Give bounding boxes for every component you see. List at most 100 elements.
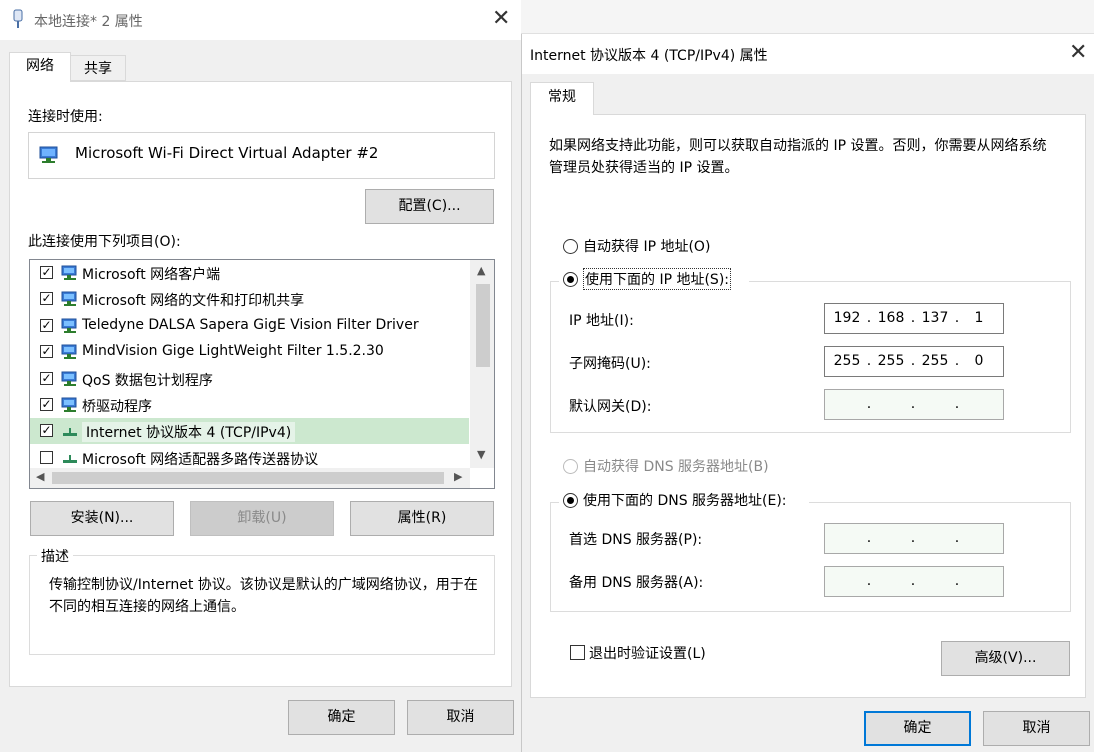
vertical-scrollbar[interactable]: ▲ ▼ (470, 260, 494, 468)
list-item[interactable]: ✓ Internet 协议版本 4 (TCP/IPv4) (30, 418, 469, 445)
list-item[interactable]: ✓ Microsoft 网络的文件和打印机共享 (30, 286, 469, 312)
scroll-thumb[interactable] (476, 284, 490, 367)
protocol-icon (63, 454, 77, 463)
list-item-label: Microsoft 网络客户端 (82, 267, 221, 283)
horizontal-scrollbar[interactable]: ◀ ▶ (30, 468, 470, 488)
list-item[interactable]: ✓ QoS 数据包计划程序 (30, 366, 469, 392)
auto-ip-label[interactable]: 自动获得 IP 地址(O) (583, 236, 710, 256)
list-item[interactable]: ✓ Microsoft 网络客户端 (30, 260, 469, 286)
item-checkbox[interactable]: ✓ (40, 371, 53, 385)
list-item-label: Microsoft 网络的文件和打印机共享 (82, 293, 305, 310)
manual-dns-radio[interactable] (563, 493, 578, 508)
protocol-icon (63, 428, 77, 437)
scroll-right-icon[interactable]: ▶ (454, 470, 462, 483)
ip-address-label: IP 地址(I): (569, 313, 634, 329)
manual-dns-option[interactable]: 使用下面的 DNS 服务器地址(E): (559, 487, 809, 511)
auto-dns-radio[interactable] (563, 459, 578, 474)
ip-dot: . (910, 530, 916, 546)
window-title: 本地连接* 2 属性 (34, 14, 143, 30)
components-list: ✓ Microsoft 网络客户端 ✓ Microsoft 网络的文件和打印机共享 ✓ T… (29, 259, 495, 489)
list-item-label: Internet 协议版本 4 (TCP/IPv4) (82, 422, 296, 443)
network-client-icon (61, 265, 77, 280)
item-checkbox[interactable]: ✓ (40, 424, 53, 438)
list-item[interactable]: ✓ Teledyne DALSA Sapera GigE Vision Filte… (30, 313, 469, 339)
ip-dot: . (866, 573, 872, 589)
scroll-down-icon[interactable]: ▼ (477, 448, 485, 461)
ipv4-properties-window: Internet 协议版本 4 (TCP/IPv4) 属性 ✕ 常规 如果网络支… (521, 34, 1094, 752)
manual-dns-label[interactable]: 使用下面的 DNS 服务器地址(E): (583, 490, 787, 510)
network-service-icon (61, 344, 77, 360)
close-icon[interactable]: ✕ (1069, 42, 1087, 64)
auto-dns-label[interactable]: 自动获得 DNS 服务器地址(B) (583, 456, 769, 476)
intro-text: 如果网络支持此功能，则可以获取自动指派的 IP 设置。否则，你需要从网络系统管理… (549, 138, 1047, 176)
item-checkbox[interactable]: ✓ (40, 345, 53, 359)
properties-button[interactable]: 属性(R) (350, 501, 494, 536)
cancel-button[interactable]: 取消 (407, 700, 514, 735)
configure-button[interactable]: 配置(C)... (365, 189, 494, 224)
title-bar: Internet 协议版本 4 (TCP/IPv4) 属性 ✕ (522, 34, 1094, 74)
general-tab-panel: 如果网络支持此功能，则可以获取自动指派的 IP 设置。否则，你需要从网络系统管理… (530, 114, 1086, 698)
ip-dot: . (954, 396, 960, 412)
advanced-button[interactable]: 高级(V)... (941, 641, 1070, 676)
validate-label[interactable]: 退出时验证设置(L) (589, 643, 706, 663)
ok-button[interactable]: 确定 (864, 711, 971, 746)
list-item[interactable]: ✓ 桥驱动程序 (30, 392, 469, 418)
adapter-name: Microsoft Wi-Fi Direct Virtual Adapter #… (75, 144, 379, 162)
preferred-dns-input[interactable]: . . . (824, 523, 1004, 554)
alternate-dns-label: 备用 DNS 服务器(A): (569, 575, 704, 591)
window-title: Internet 协议版本 4 (TCP/IPv4) 属性 (530, 48, 768, 64)
manual-ip-option[interactable]: 使用下面的 IP 地址(S): (559, 265, 749, 290)
horizontal-scroll-thumb[interactable] (52, 472, 444, 484)
subnet-mask-label: 子网掩码(U): (569, 356, 651, 372)
tab-general[interactable]: 常规 (530, 82, 594, 115)
background-window-edge (521, 0, 1094, 34)
gateway-input[interactable]: . . . (824, 389, 1004, 420)
items-label: 此连接使用下列项目(O): (28, 234, 181, 250)
install-button[interactable]: 安装(N)... (30, 501, 174, 536)
list-item[interactable]: ✓ MindVision Gige LightWeight Filter 1.5.… (30, 339, 469, 365)
description-text: 传输控制协议/Internet 协议。该协议是默认的广域网络协议，用于在不同的相… (49, 577, 478, 615)
mask-octet-4: 0 (974, 353, 984, 369)
list-item-label: 桥驱动程序 (82, 399, 152, 415)
network-service-icon (61, 371, 77, 386)
network-service-icon (61, 397, 77, 412)
ip-dot: . (910, 573, 916, 589)
subnet-mask-input[interactable]: 255 . 255 . 255 . 0 (824, 346, 1004, 377)
tab-network[interactable]: 网络 (9, 52, 71, 82)
scroll-left-icon[interactable]: ◀ (36, 470, 44, 483)
list-item-label: QoS 数据包计划程序 (82, 372, 213, 389)
manual-ip-label[interactable]: 使用下面的 IP 地址(S): (583, 268, 731, 290)
components-list-items: ✓ Microsoft 网络客户端 ✓ Microsoft 网络的文件和打印机共享 ✓ T… (30, 260, 470, 468)
network-service-icon (61, 291, 77, 307)
connect-using-label: 连接时使用: (28, 109, 103, 125)
item-checkbox[interactable]: ✓ (40, 292, 53, 306)
item-checkbox[interactable]: ✓ (40, 318, 53, 332)
list-item[interactable]: Microsoft 网络适配器多路传送器协议 (30, 445, 469, 471)
ip-address-input[interactable]: 192 . 168 . 137 . 1 (824, 303, 1004, 334)
scroll-up-icon[interactable]: ▲ (477, 264, 485, 277)
title-bar: 本地连接* 2 属性 ✕ (0, 0, 521, 40)
list-item-label: Teledyne DALSA Sapera GigE Vision Filter… (82, 316, 419, 333)
item-checkbox[interactable]: ✓ (40, 266, 53, 279)
uninstall-button[interactable]: 卸载(U) (190, 501, 334, 536)
adapter-box: Microsoft Wi-Fi Direct Virtual Adapter #… (28, 132, 495, 179)
close-icon[interactable]: ✕ (492, 8, 510, 30)
item-checkbox[interactable] (40, 450, 53, 464)
list-item-label: MindVision Gige LightWeight Filter 1.5.2… (82, 343, 384, 360)
tab-sharing[interactable]: 共享 (70, 55, 126, 81)
ip-dot: . (954, 530, 960, 546)
ok-button[interactable]: 确定 (288, 700, 395, 735)
manual-ip-radio[interactable] (563, 272, 578, 287)
ip-dot: . (954, 573, 960, 589)
mask-octet-1: 255 (833, 353, 861, 369)
alternate-dns-input[interactable]: . . . (824, 566, 1004, 597)
auto-ip-radio[interactable] (563, 239, 578, 254)
cancel-button[interactable]: 取消 (983, 711, 1090, 746)
validate-checkbox[interactable] (570, 645, 585, 660)
item-checkbox[interactable]: ✓ (40, 398, 53, 411)
ip-octet-4: 1 (974, 310, 984, 326)
network-plug-icon (13, 9, 23, 28)
preferred-dns-label: 首选 DNS 服务器(P): (569, 532, 703, 548)
mask-octet-2: 255 (877, 353, 905, 369)
mask-octet-3: 255 (921, 353, 949, 369)
